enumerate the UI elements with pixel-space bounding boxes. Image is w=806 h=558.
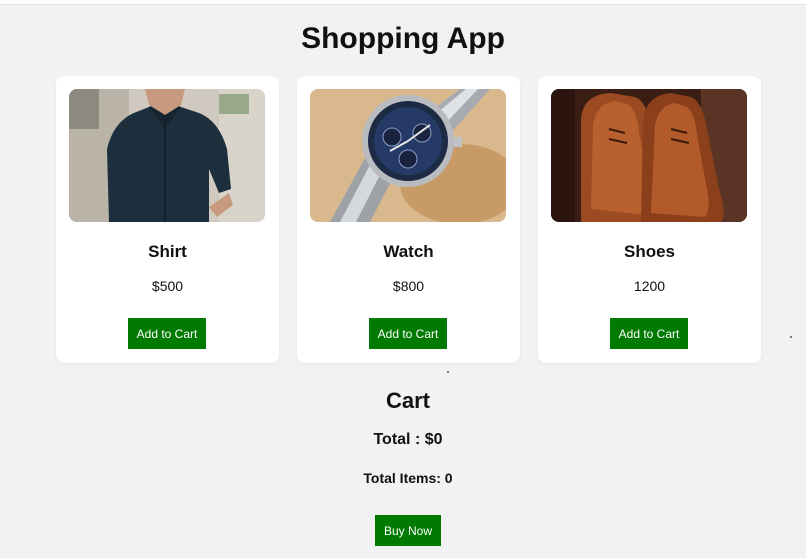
product-list: Shirt $500 Add to Cart Watch $800 Add to… — [56, 76, 761, 363]
cart-title: Cart — [385, 388, 430, 413]
add-to-cart-button-shoes[interactable]: Add to Cart — [610, 318, 688, 349]
stray-dot — [790, 336, 792, 338]
add-to-cart-button-shirt[interactable]: Add to Cart — [128, 318, 206, 349]
product-name: Watch — [383, 242, 434, 261]
product-name: Shoes — [623, 242, 676, 261]
product-price: $500 — [151, 278, 184, 294]
product-card-watch: Watch $800 Add to Cart — [297, 76, 520, 363]
product-name: Shirt — [148, 242, 187, 261]
app-title: Shopping App — [301, 22, 505, 55]
product-price: $800 — [392, 278, 425, 294]
stray-dot — [447, 371, 449, 373]
window-top-border — [0, 0, 806, 5]
cart-total: Total : $0 — [373, 431, 443, 448]
add-to-cart-button-watch[interactable]: Add to Cart — [369, 318, 447, 349]
buy-now-button[interactable]: Buy Now — [375, 515, 441, 546]
shirt-photo — [69, 89, 265, 222]
product-card-shoes: Shoes 1200 Add to Cart — [538, 76, 761, 363]
watch-photo — [310, 89, 506, 222]
product-price: 1200 — [633, 278, 666, 294]
cart-item-count: Total Items: 0 — [363, 470, 453, 486]
shoes-photo — [551, 89, 747, 222]
shirt-image — [69, 89, 265, 222]
watch-image — [310, 89, 506, 222]
product-card-shirt: Shirt $500 Add to Cart — [56, 76, 279, 363]
shoes-image — [551, 89, 747, 222]
